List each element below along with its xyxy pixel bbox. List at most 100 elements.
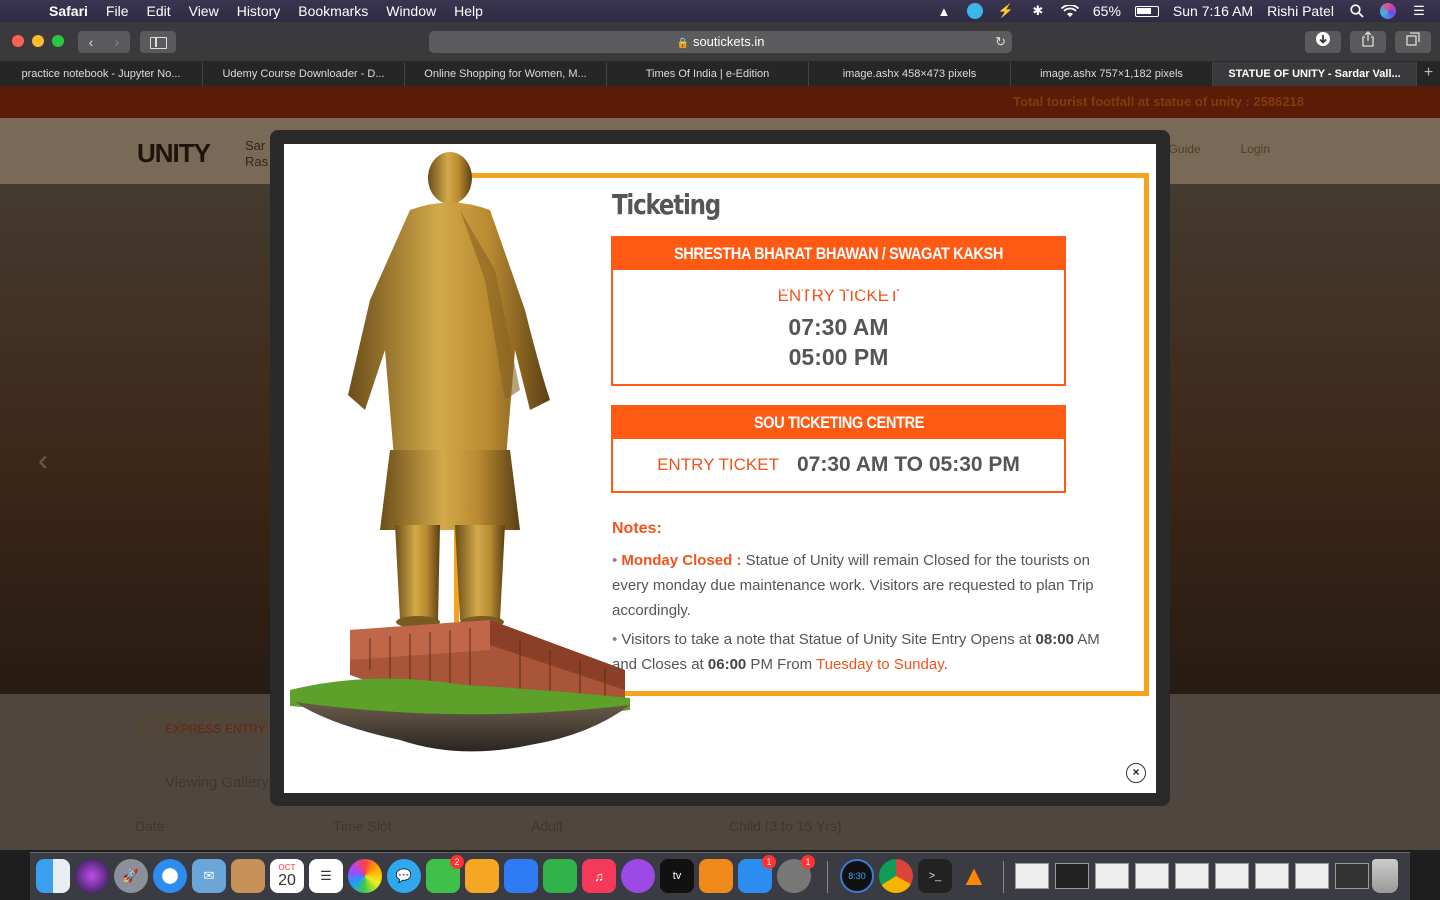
vlc-status-icon[interactable]: ▲ [935,3,953,19]
tab-shopping[interactable]: Online Shopping for Women, M... [405,62,607,86]
photos-icon[interactable] [348,859,382,893]
menu-app-safari[interactable]: Safari [40,0,97,22]
tab-udemy[interactable]: Udemy Course Downloader - D... [203,62,405,86]
books-icon[interactable] [699,859,733,893]
bolt-status-icon[interactable]: ⚡ [997,3,1015,19]
menu-edit[interactable]: Edit [137,0,179,22]
finder-icon[interactable] [36,859,70,893]
mail-icon[interactable]: ✉ [192,859,226,893]
menu-bookmarks[interactable]: Bookmarks [289,0,377,22]
menu-view[interactable]: View [180,0,228,22]
window-minimize-button[interactable] [32,35,44,47]
menu-user[interactable]: Rishi Patel [1267,3,1334,19]
siri-icon[interactable] [1380,3,1396,19]
box1-open-time: 07:30 AM [788,314,889,340]
sidebar-toggle-button[interactable] [140,31,176,53]
minimized-window-thumb[interactable] [1295,863,1329,889]
calendar-month: OCT [278,862,296,872]
minimized-window-thumb[interactable] [1335,863,1369,889]
menu-help[interactable]: Help [445,0,492,22]
minimized-window-thumb[interactable] [1175,863,1209,889]
address-bar[interactable]: 🔒 soutickets.in ↻ [429,31,1012,53]
share-button[interactable] [1350,31,1386,53]
apple-tv-icon[interactable]: tv [660,859,694,893]
ticket-box-sou-centre: SOU TICKETING CENTRE ENTRY TICKET 07:30 … [611,405,1066,493]
contacts-icon[interactable] [231,859,265,893]
note-entry-hours: • Visitors to take a note that Statue of… [612,627,1122,677]
note2-days: Tuesday to Sunday [816,656,944,673]
reload-icon[interactable]: ↻ [995,31,1006,53]
forward-button[interactable]: › [104,31,130,53]
box2-heading: SOU TICKETING CENTRE [613,407,1064,439]
note2-end: . [943,656,948,673]
chrome-icon[interactable] [879,859,913,893]
window-fullscreen-button[interactable] [52,35,64,47]
modal-close-button[interactable]: × [1126,763,1146,783]
pages-icon[interactable] [465,859,499,893]
ticket-box-shrestha: SHRESTHA BHARAT BHAWAN / SWAGAT KAKSH /P… [611,236,1066,386]
note-monday-closed: • Monday Closed : Statue of Unity will r… [612,548,1122,623]
keynote-icon[interactable] [504,859,538,893]
box1-heading-text: SHRESTHA BHARAT BHAWAN / SWAGAT KAKSH /P… [673,244,1004,295]
note2-text-c: PM From [746,656,816,673]
battery-icon[interactable] [1134,5,1159,17]
menu-bar: Safari File Edit View History Bookmarks … [0,0,1440,22]
safari-icon[interactable] [153,859,187,893]
modal-title: Ticketing [612,188,721,221]
bullet-icon: • [612,552,622,569]
appstore-badge: 1 [762,855,776,869]
messages-badge: 2 [450,855,464,869]
bluetooth-icon[interactable]: ✱ [1029,3,1047,19]
app-store-icon[interactable]: 1 [738,855,776,893]
dock-divider [827,861,828,893]
notes-title: Notes: [612,520,662,537]
spotlight-search-icon[interactable] [1348,3,1366,19]
music-icon[interactable]: ♫ [582,859,616,893]
vlc-icon[interactable]: ▲ [957,859,991,893]
launchpad-icon[interactable]: 🚀 [114,859,148,893]
system-preferences-icon[interactable]: 1 [777,855,815,893]
calendar-day: 20 [278,871,296,889]
dock: 🚀 ✉ OCT 20 ☰ 💬 2 ♫ tv 1 1 8:30 >_ ▲ [30,852,1410,900]
minimized-window-thumb[interactable] [1095,863,1129,889]
minimized-window-thumb[interactable] [1055,863,1089,889]
sync-status-icon[interactable] [966,3,983,19]
new-tab-button[interactable]: + [1417,62,1440,86]
note1-strong: Monday Closed : [621,552,742,569]
minimized-window-thumb[interactable] [1015,863,1049,889]
tab-image-757[interactable]: image.ashx 757×1,182 pixels [1011,62,1213,86]
menu-clock[interactable]: Sun 7:16 AM [1173,3,1253,19]
terminal-icon[interactable]: >_ [918,859,952,893]
calendar-icon[interactable]: OCT 20 [270,859,304,893]
tab-overview-button[interactable] [1395,31,1431,53]
minimized-window-thumb[interactable] [1255,863,1289,889]
tab-times-of-india[interactable]: Times Of India | e-Edition [607,62,809,86]
tab-image-458[interactable]: image.ashx 458×473 pixels [809,62,1011,86]
prefs-badge: 1 [801,855,815,869]
clock-app-icon[interactable]: 8:30 [840,859,874,893]
facetime-icon[interactable]: 2 [426,855,464,893]
tab-bar: practice notebook - Jupyter No... Udemy … [0,62,1440,86]
podcasts-icon[interactable] [621,859,655,893]
tab-statue-of-unity[interactable]: STATUE OF UNITY - Sardar Vall... [1213,62,1417,86]
window-close-button[interactable] [12,35,24,47]
numbers-icon[interactable] [543,859,577,893]
minimized-window-thumb[interactable] [1135,863,1169,889]
url-text: soutickets.in [692,34,765,49]
menu-history[interactable]: History [228,0,290,22]
siri-icon[interactable] [75,859,109,893]
tab-jupyter[interactable]: practice notebook - Jupyter No... [0,62,203,86]
messages-icon[interactable]: 💬 [387,859,421,893]
reminders-icon[interactable]: ☰ [309,859,343,893]
wifi-icon[interactable] [1060,3,1079,19]
minimized-window-thumb[interactable] [1215,863,1249,889]
downloads-button[interactable] [1305,31,1341,53]
notification-center-icon[interactable]: ☰ [1410,3,1428,19]
menu-window[interactable]: Window [377,0,445,22]
back-button[interactable]: ‹ [78,31,104,53]
box1-close-time: 05:00 PM [788,344,889,370]
notes-section: Notes: • Monday Closed : Statue of Unity… [612,520,1122,681]
note2-close: 06:00 [707,656,747,673]
trash-icon[interactable] [1372,859,1398,893]
menu-file[interactable]: File [97,0,138,22]
